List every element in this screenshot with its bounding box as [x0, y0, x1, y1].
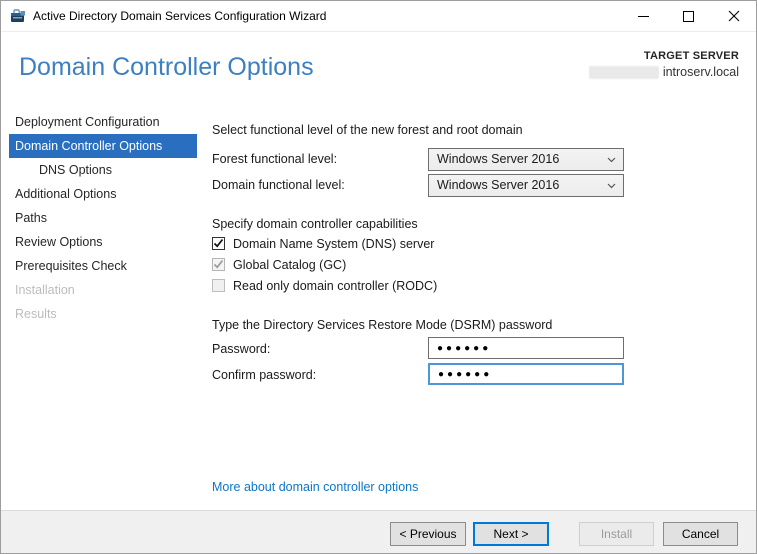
sidebar-item-deployment-configuration[interactable]: Deployment Configuration — [1, 110, 197, 134]
sidebar-item-dns-options[interactable]: DNS Options — [1, 158, 197, 182]
functional-level-heading: Select functional level of the new fores… — [212, 123, 523, 137]
forest-functional-level-label: Forest functional level: — [212, 152, 338, 166]
target-server-block: TARGET SERVER introserv.local — [588, 50, 739, 79]
target-server-line: introserv.local — [588, 65, 739, 79]
rodc-checkbox-label: Read only domain controller (RODC) — [233, 278, 438, 293]
maximize-icon — [683, 10, 694, 22]
domain-functional-level-value: Windows Server 2016 — [437, 178, 560, 192]
forest-functional-level-value: Windows Server 2016 — [437, 152, 560, 166]
sidebar-item-installation: Installation — [15, 283, 75, 297]
page-title: Domain Controller Options — [19, 53, 314, 81]
dsrm-heading: Type the Directory Services Restore Mode… — [212, 318, 553, 332]
target-server-label: TARGET SERVER — [643, 50, 739, 62]
maximize-button[interactable] — [666, 1, 711, 31]
dns-server-checkbox-label: Domain Name System (DNS) server — [233, 236, 435, 251]
close-icon — [728, 10, 739, 22]
sidebar-item-results: Results — [15, 307, 57, 321]
global-catalog-checkbox-row: Global Catalog (GC) — [212, 257, 346, 272]
rodc-checkbox — [212, 279, 225, 292]
previous-button[interactable]: < Previous — [390, 522, 466, 546]
rodc-checkbox-row: Read only domain controller (RODC) — [212, 278, 437, 293]
chevron-down-icon — [607, 157, 616, 163]
server-manager-toolbox-icon — [10, 8, 26, 24]
next-button[interactable]: Next > — [473, 522, 549, 546]
wizard-window: Active Directory Domain Services Configu… — [0, 0, 757, 554]
close-button[interactable] — [711, 1, 756, 31]
checkmark-icon — [213, 259, 224, 269]
dns-server-checkbox-row[interactable]: Domain Name System (DNS) server — [212, 236, 434, 251]
wizard-steps-sidebar: Deployment Configuration Domain Controll… — [1, 110, 197, 326]
domain-functional-level-select[interactable]: Windows Server 2016 — [428, 174, 624, 197]
sidebar-item-paths[interactable]: Paths — [1, 206, 197, 230]
global-catalog-checkbox-label: Global Catalog (GC) — [233, 257, 347, 272]
sidebar-item-additional-options[interactable]: Additional Options — [1, 182, 197, 206]
titlebar: Active Directory Domain Services Configu… — [1, 1, 756, 32]
sidebar-item-domain-controller-options[interactable]: Domain Controller Options — [9, 134, 197, 158]
password-field[interactable] — [428, 337, 624, 359]
capabilities-heading: Specify domain controller capabilities — [212, 217, 418, 231]
global-catalog-checkbox — [212, 258, 225, 271]
confirm-password-label: Confirm password: — [212, 368, 317, 382]
target-server-domain: introserv.local — [662, 65, 739, 79]
more-about-link[interactable]: More about domain controller options — [212, 480, 418, 494]
checkmark-icon — [213, 238, 224, 248]
sidebar-item-review-options[interactable]: Review Options — [1, 230, 197, 254]
cancel-button[interactable]: Cancel — [663, 522, 738, 546]
confirm-password-field[interactable] — [428, 363, 624, 385]
sidebar-item-prerequisites-check[interactable]: Prerequisites Check — [1, 254, 197, 278]
minimize-icon — [638, 15, 649, 17]
password-label: Password: — [212, 342, 271, 356]
minimize-button[interactable] — [621, 1, 666, 31]
chevron-down-icon — [607, 183, 616, 189]
window-controls — [621, 1, 756, 31]
window-title: Active Directory Domain Services Configu… — [33, 9, 327, 23]
dns-server-checkbox[interactable] — [212, 237, 225, 250]
footer-bar: < Previous Next > Install Cancel — [1, 510, 756, 553]
install-button: Install — [579, 522, 654, 546]
redacted-server-name — [588, 65, 659, 79]
domain-functional-level-label: Domain functional level: — [212, 178, 345, 192]
forest-functional-level-select[interactable]: Windows Server 2016 — [428, 148, 624, 171]
